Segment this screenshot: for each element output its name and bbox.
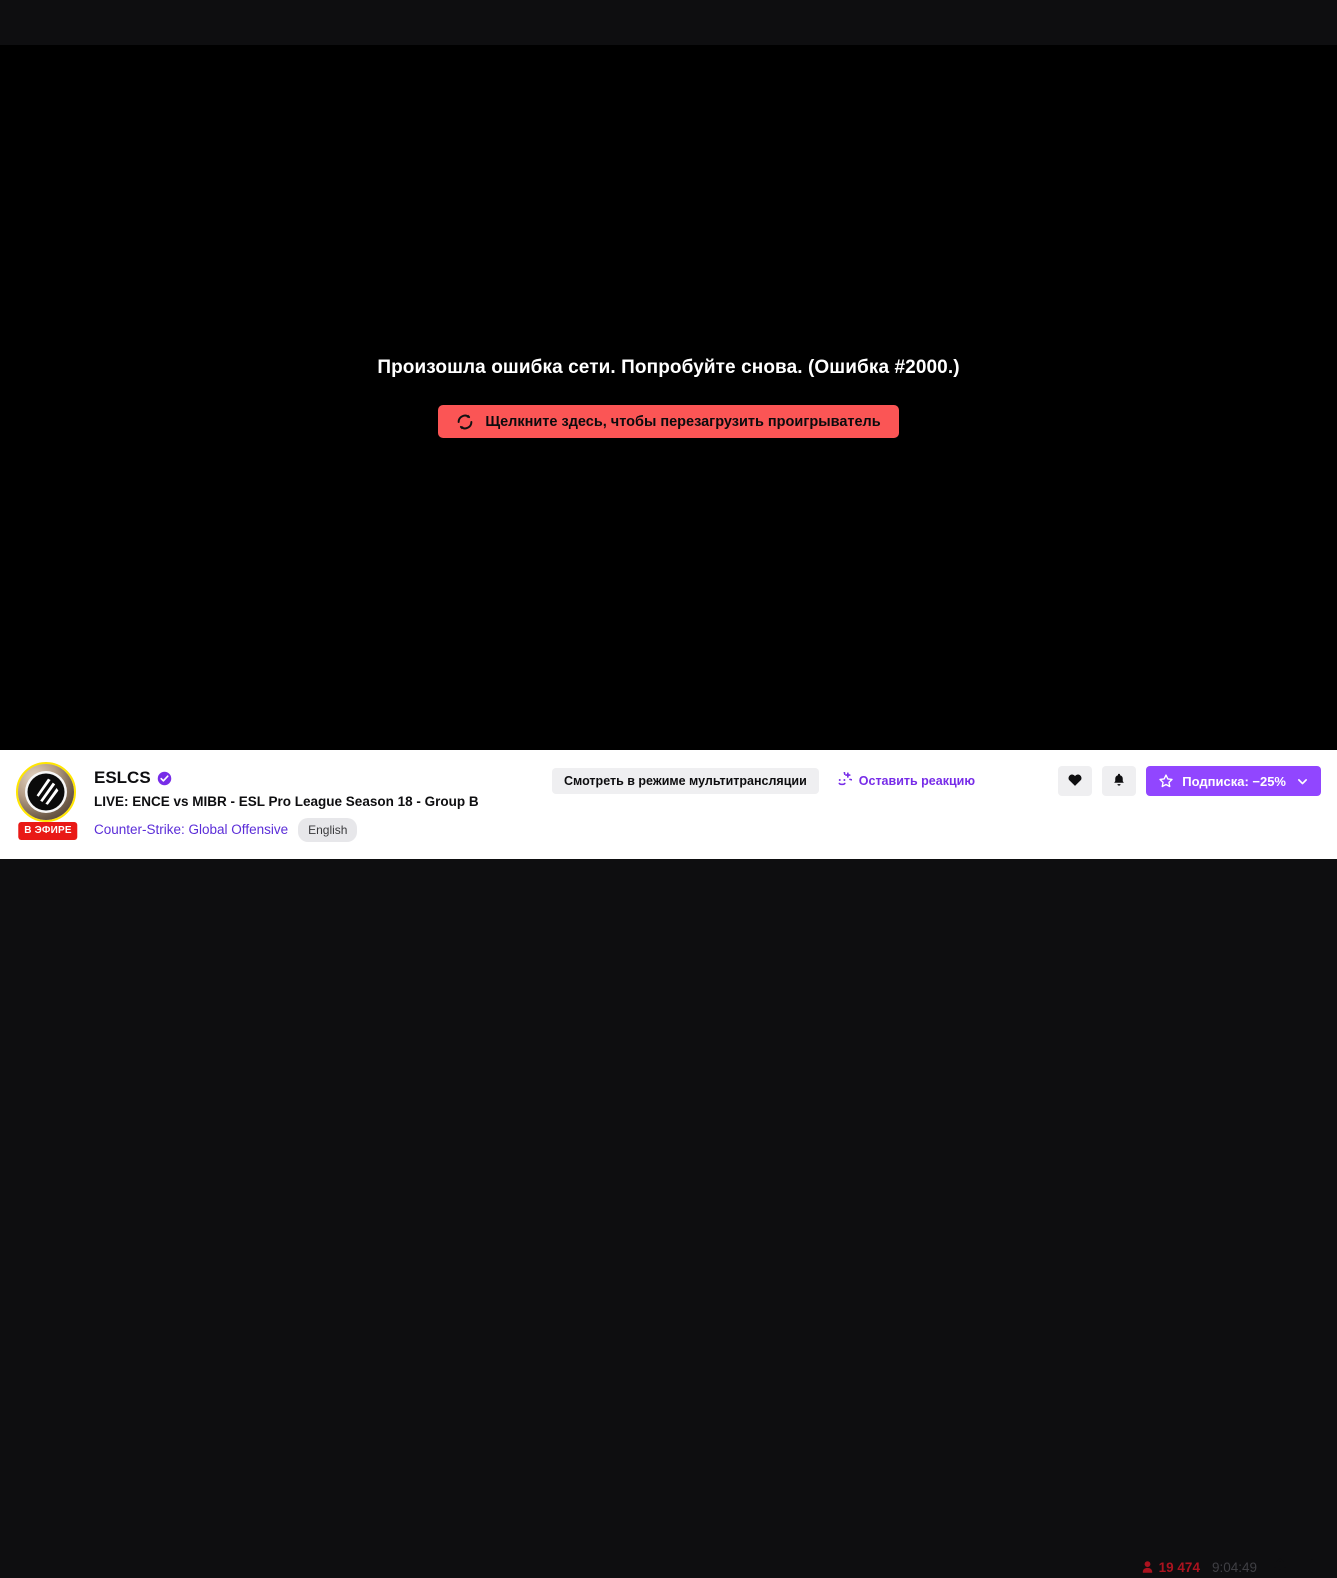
viewer-count: 19 474 [1140,1560,1200,1575]
leave-reaction-label: Оставить реакцию [858,774,976,788]
channel-block: В ЭФИРЕ ESLCS LIVE: ENCE vs MIBR - ESL P… [16,762,479,842]
subscribe-button[interactable]: Подписка: −25% [1146,766,1321,796]
channel-info-bar: В ЭФИРЕ ESLCS LIVE: ENCE vs MIBR - ESL P… [0,750,1337,1575]
smiley-plus-icon [833,771,852,791]
share-icon [1271,1557,1289,1578]
channel-text: ESLCS LIVE: ENCE vs MIBR - ESL Pro Leagu… [94,762,479,842]
kebab-menu-icon [1303,1557,1321,1578]
more-options-button[interactable] [1303,1556,1321,1578]
category-link[interactable]: Counter-Strike: Global Offensive [94,821,288,839]
center-actions: Смотреть в режиме мультитрансляции Остав… [552,768,975,794]
right-actions: Подписка: −25% [1058,766,1321,796]
share-button[interactable] [1269,1556,1291,1578]
top-strip [0,0,1337,45]
stream-uptime: 9:04:49 [1211,1559,1257,1575]
verified-badge-icon [157,771,172,786]
player-error-overlay: Произошла ошибка сети. Попробуйте снова.… [0,45,1337,750]
refresh-icon [456,413,474,431]
video-player[interactable]: Произошла ошибка сети. Попробуйте снова.… [0,45,1337,750]
avatar-ring [16,762,76,822]
viewer-count-value: 19 474 [1158,1559,1200,1575]
notifications-button[interactable] [1102,766,1137,796]
live-badge: В ЭФИРЕ [18,822,78,840]
star-icon [1158,773,1174,789]
channel-name-row: ESLCS [94,768,479,788]
stream-stats-row: 19 474 9:04:49 [1140,1556,1321,1578]
reload-player-button[interactable]: Щелкните здесь, чтобы перезагрузить прои… [438,405,899,438]
bell-icon [1111,772,1127,791]
subscribe-label: Подписка: −25% [1182,773,1286,789]
heart-icon [1067,772,1083,791]
esl-logo-icon [25,771,67,813]
avatar[interactable]: В ЭФИРЕ [16,762,80,840]
channel-name[interactable]: ESLCS [94,768,151,788]
person-icon [1140,1560,1155,1575]
chevron-down-icon [1296,775,1309,788]
reload-player-label: Щелкните здесь, чтобы перезагрузить прои… [485,413,881,430]
follow-button[interactable] [1058,766,1093,796]
tag-english[interactable]: English [298,818,358,842]
stream-title[interactable]: LIVE: ENCE vs MIBR - ESL Pro League Seas… [94,793,479,811]
multistream-button[interactable]: Смотреть в режиме мультитрансляции [552,768,819,794]
player-error-message: Произошла ошибка сети. Попробуйте снова.… [377,357,960,378]
leave-reaction-button[interactable]: Оставить реакцию [833,771,976,791]
stream-meta-row: Counter-Strike: Global Offensive English [94,818,479,842]
twitch-channel-page: Произошла ошибка сети. Попробуйте снова.… [0,0,1337,1575]
